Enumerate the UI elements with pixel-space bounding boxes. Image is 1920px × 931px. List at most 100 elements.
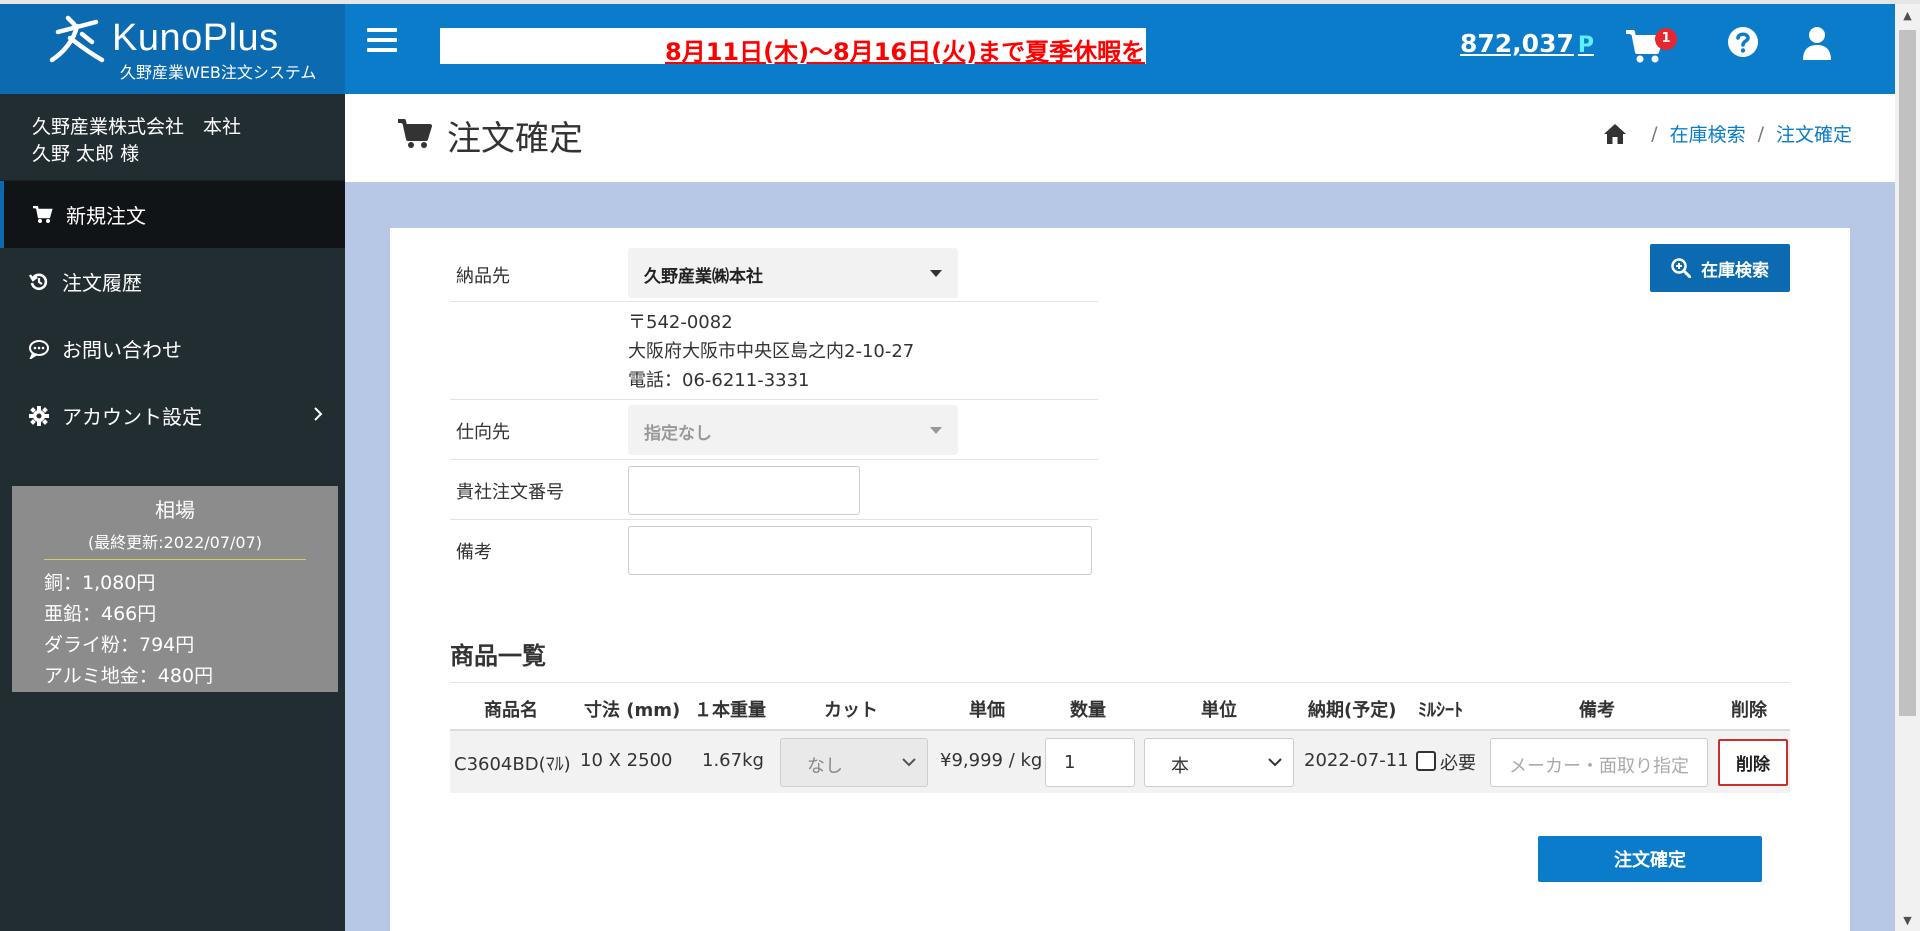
points-value: 872,037 bbox=[1460, 29, 1574, 58]
column-header-name: 商品名 bbox=[484, 700, 538, 721]
market-panel: 相場 (最終更新:2022/07/07) 銅：1,080円 亜鉛：466円 ダラ… bbox=[12, 486, 338, 692]
remarks-input[interactable] bbox=[628, 526, 1092, 575]
stock-search-button[interactable]: 在庫検索 bbox=[1650, 244, 1790, 292]
delivery-row: 納品先 久野産業㈱本社 bbox=[450, 244, 1098, 302]
announcement-text[interactable]: 8月11日(木)～8月16日(火)まで夏季休暇を bbox=[665, 32, 1145, 64]
market-row-copper: 銅：1,080円 bbox=[44, 572, 156, 594]
postal-code: 〒542-0082 bbox=[628, 312, 733, 333]
page-title: 注文確定 bbox=[447, 119, 583, 159]
unit-select[interactable]: 本 bbox=[1144, 738, 1294, 787]
brand-title: KunoPlus bbox=[112, 17, 279, 59]
cut-selected-value: なし bbox=[807, 756, 843, 777]
logo[interactable]: KunoPlus 久野産業WEB注文システム bbox=[0, 4, 345, 94]
menu-toggle-icon[interactable] bbox=[367, 28, 397, 54]
chevron-down-icon bbox=[902, 758, 916, 767]
user-company: 久野産業株式会社 本社 bbox=[32, 116, 242, 138]
market-row-zinc: 亜鉛：466円 bbox=[44, 603, 157, 625]
sidebar-item-label: 新規注文 bbox=[66, 204, 146, 228]
caret-down-icon bbox=[930, 270, 942, 277]
mill-sheet-checkbox[interactable] bbox=[1416, 751, 1436, 771]
table-row: C3604BD(ﾏﾙ) 10 X 2500 1.67kg なし ¥9,999 /… bbox=[450, 731, 1790, 793]
page-scrollbar[interactable]: ▲ ▼ bbox=[1895, 4, 1920, 931]
sidebar: KunoPlus 久野産業WEB注文システム 久野産業株式会社 本社 久野 太郎… bbox=[0, 4, 345, 931]
product-weight: 1.67kg bbox=[702, 750, 764, 771]
order-number-row: 貴社注文番号 bbox=[450, 460, 1098, 520]
market-title: 相場 bbox=[155, 498, 195, 522]
mill-sheet-label[interactable]: 必要 bbox=[1440, 749, 1476, 775]
product-size: 10 X 2500 bbox=[580, 750, 673, 771]
order-number-input[interactable] bbox=[628, 466, 860, 515]
cut-select[interactable]: なし bbox=[780, 738, 928, 787]
column-header-price: 単価 bbox=[969, 700, 1005, 721]
quantity-input[interactable]: 1 bbox=[1045, 738, 1135, 787]
column-header-delete: 削除 bbox=[1731, 700, 1767, 721]
points-balance[interactable]: 872,037 P bbox=[1460, 29, 1594, 58]
cart-icon bbox=[30, 204, 56, 226]
sidebar-item-contact[interactable]: お問い合わせ bbox=[0, 315, 345, 382]
column-header-weight: １本重量 bbox=[694, 700, 766, 721]
unit-selected-value: 本 bbox=[1171, 756, 1189, 777]
remarks-row: 備考 bbox=[450, 520, 1098, 580]
delivery-selected-value: 久野産業㈱本社 bbox=[644, 267, 763, 287]
address-line: 大阪府大阪市中央区島之内2-10-27 bbox=[628, 341, 915, 362]
unit-price: ¥9,999 / kg bbox=[940, 750, 1043, 771]
chevron-right-icon bbox=[314, 407, 323, 421]
breadcrumb-order-confirm[interactable]: 注文確定 bbox=[1776, 120, 1852, 147]
help-icon[interactable] bbox=[1727, 26, 1759, 58]
caret-down-icon bbox=[930, 427, 942, 434]
page-title-bar: 注文確定 / 在庫検索 / 注文確定 bbox=[345, 94, 1895, 182]
brand-subtitle: 久野産業WEB注文システム bbox=[120, 63, 317, 82]
breadcrumb-stock-search[interactable]: 在庫検索 bbox=[1670, 120, 1746, 147]
phone-number: 電話：06-6211-3331 bbox=[628, 370, 810, 391]
user-name: 久野 太郎 様 bbox=[32, 143, 140, 165]
product-name: C3604BD(ﾏﾙ) bbox=[454, 754, 571, 775]
delivery-date: 2022-07-11 bbox=[1304, 750, 1409, 771]
sidebar-item-account-settings[interactable]: アカウント設定 bbox=[0, 382, 345, 449]
destination-select[interactable]: 指定なし bbox=[628, 405, 958, 455]
column-header-cut: カット bbox=[824, 700, 878, 721]
chat-icon bbox=[26, 338, 52, 360]
delivery-address: 〒542-0082 大阪府大阪市中央区島之内2-10-27 電話：06-6211… bbox=[628, 308, 914, 395]
confirm-order-button[interactable]: 注文確定 bbox=[1538, 836, 1762, 882]
top-header: 8月11日(木)～8月16日(火)まで夏季休暇を 872,037 P 1 bbox=[345, 4, 1920, 94]
market-row-aluminum: アルミ地金：480円 bbox=[44, 665, 214, 687]
sidebar-item-label: 注文履歴 bbox=[62, 271, 142, 295]
table-header: 商品名 寸法 (mm) １本重量 カット 単価 数量 単位 納期(予定) ﾐﾙｼ… bbox=[450, 682, 1790, 731]
delete-button[interactable]: 削除 bbox=[1718, 739, 1788, 786]
announcement-ticker: 8月11日(木)～8月16日(火)まで夏季休暇を bbox=[440, 28, 1146, 64]
column-header-remarks: 備考 bbox=[1579, 700, 1615, 721]
order-number-label: 貴社注文番号 bbox=[456, 482, 564, 503]
scroll-thumb[interactable] bbox=[1899, 30, 1916, 716]
kuno-logo-icon bbox=[49, 15, 105, 63]
sidebar-item-new-order[interactable]: 新規注文 bbox=[0, 181, 345, 248]
stock-search-label: 在庫検索 bbox=[1701, 260, 1769, 281]
item-remark-input[interactable]: メーカー・面取り指定 bbox=[1490, 738, 1708, 787]
gear-icon bbox=[26, 405, 52, 427]
column-header-mill-sheet: ﾐﾙｼｰﾄ bbox=[1418, 700, 1463, 721]
delivery-select[interactable]: 久野産業㈱本社 bbox=[628, 248, 958, 298]
zoom-in-icon bbox=[1671, 258, 1691, 278]
sidebar-item-order-history[interactable]: 注文履歴 bbox=[0, 248, 345, 315]
home-icon[interactable] bbox=[1603, 123, 1627, 145]
destination-label: 仕向先 bbox=[456, 422, 510, 443]
sidebar-item-label: お問い合わせ bbox=[62, 338, 182, 362]
column-header-qty: 数量 bbox=[1070, 700, 1106, 721]
breadcrumb-separator: / bbox=[1651, 122, 1658, 145]
market-row-turnings: ダライ粉：794円 bbox=[44, 634, 195, 656]
user-block: 久野産業株式会社 本社 久野 太郎 様 bbox=[0, 94, 345, 181]
chevron-down-icon bbox=[1268, 758, 1282, 767]
breadcrumb-separator: / bbox=[1757, 122, 1764, 145]
scroll-up-arrow-icon[interactable]: ▲ bbox=[1895, 6, 1920, 26]
scroll-down-arrow-icon[interactable]: ▼ bbox=[1895, 911, 1920, 931]
cart-count-badge: 1 bbox=[1655, 28, 1677, 50]
order-form-card: 納品先 久野産業㈱本社 〒542-0082 大阪府大阪市中央区島之内2-10-2… bbox=[390, 228, 1850, 931]
user-profile-icon[interactable] bbox=[1802, 26, 1832, 60]
column-header-unit: 単位 bbox=[1201, 700, 1237, 721]
destination-row: 仕向先 指定なし bbox=[450, 400, 1098, 460]
destination-selected-value: 指定なし bbox=[644, 424, 712, 444]
delivery-address-row: 〒542-0082 大阪府大阪市中央区島之内2-10-27 電話：06-6211… bbox=[450, 302, 1098, 400]
remarks-label: 備考 bbox=[456, 542, 492, 563]
product-table: 商品名 寸法 (mm) １本重量 カット 単価 数量 単位 納期(予定) ﾐﾙｼ… bbox=[450, 682, 1790, 793]
column-header-size: 寸法 (mm) bbox=[584, 700, 681, 721]
market-divider bbox=[44, 559, 306, 560]
